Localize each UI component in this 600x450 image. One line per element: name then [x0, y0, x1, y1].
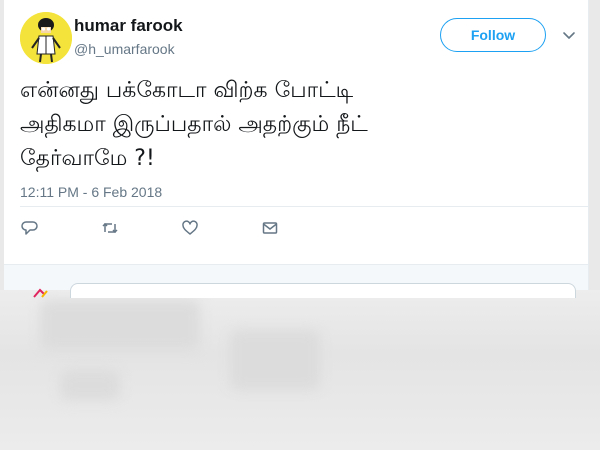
user-name[interactable]: humar farook — [74, 16, 183, 36]
reply-icon[interactable] — [20, 218, 40, 238]
blurred-shape — [60, 370, 120, 400]
tweet-header: humar farook @h_umarfarook Follow — [20, 12, 580, 64]
tweet-line: தேர்வாமே ?! — [20, 146, 155, 171]
chevron-down-icon[interactable] — [560, 26, 578, 44]
reply-area — [4, 265, 588, 298]
user-handle[interactable]: @h_umarfarook — [74, 41, 175, 57]
tweet-timestamp[interactable]: 12:11 PM - 6 Feb 2018 — [20, 184, 162, 200]
avatar[interactable] — [20, 12, 72, 64]
tweet-card: humar farook @h_umarfarook Follow என்னது… — [4, 0, 589, 298]
tweet-line: அதிகமா இருப்பதால் அதற்கும் நீட் — [20, 112, 368, 137]
blurred-background — [0, 290, 600, 450]
message-icon[interactable] — [260, 218, 280, 238]
divider — [20, 206, 588, 207]
avatar-figure-icon — [20, 12, 72, 64]
user-avatar-icon — [32, 285, 50, 298]
blurred-shape — [40, 300, 200, 350]
like-icon[interactable] — [180, 218, 200, 238]
tweet-text: என்னது பக்கோடா விற்க போட்டி அதிகமா இருப்… — [20, 74, 580, 176]
follow-button[interactable]: Follow — [440, 18, 546, 52]
tweet-line: என்னது பக்கோடா விற்க போட்டி — [20, 78, 354, 103]
retweet-icon[interactable] — [100, 218, 120, 238]
reply-input[interactable] — [70, 283, 576, 298]
tweet-actions — [20, 218, 320, 240]
blurred-shape — [230, 330, 320, 390]
